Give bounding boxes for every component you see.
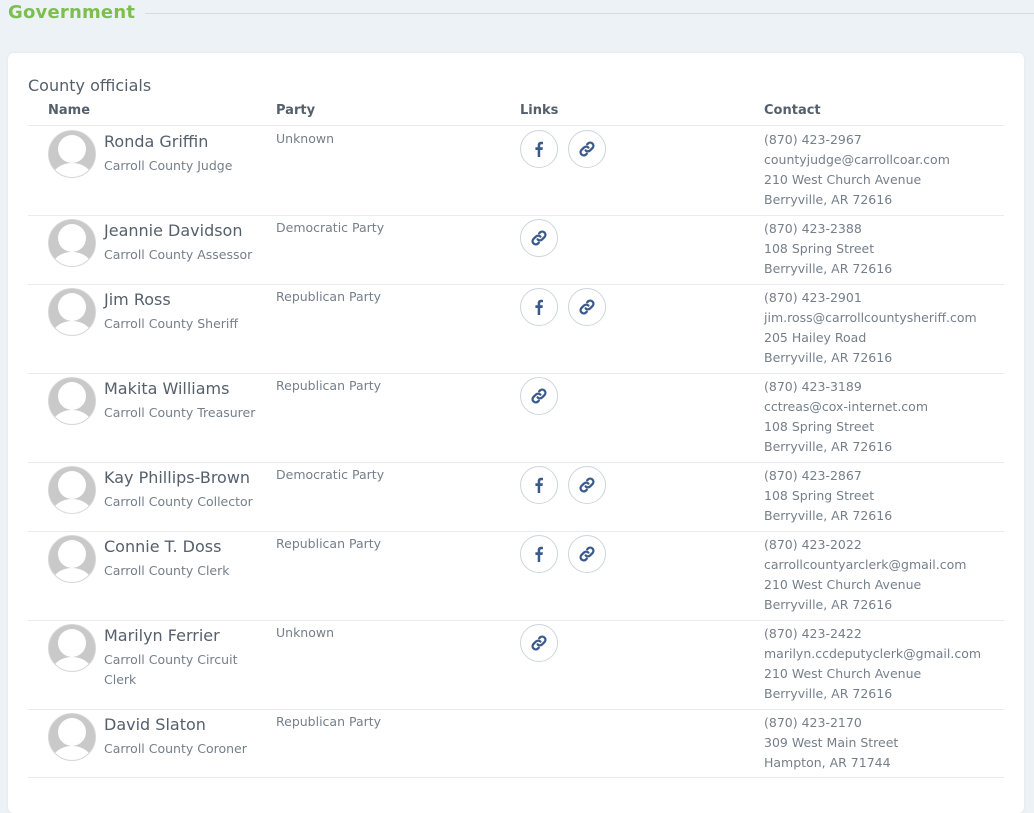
official-title: Carroll County Clerk [104, 563, 230, 578]
official-row: Ronda Griffin Carroll County Judge Unknown… [28, 126, 1004, 216]
official-title: Carroll County Coroner [104, 741, 247, 756]
contact-line: Hampton, AR 71744 [764, 755, 891, 770]
official-name[interactable]: Jim Ross [104, 290, 171, 309]
facebook-link-button[interactable] [520, 535, 558, 573]
contact-line: (870) 423-2170 [764, 715, 862, 730]
contact-line: (870) 423-2022 [764, 537, 862, 552]
contact-line: Berryville, AR 72616 [764, 261, 893, 276]
contact-line: 210 West Church Avenue [764, 172, 922, 187]
contact-line: (870) 423-2422 [764, 626, 862, 641]
column-header-contact: Contact [764, 103, 821, 118]
official-party: Unknown [276, 131, 335, 146]
official-party: Republican Party [276, 289, 382, 304]
avatar [48, 624, 96, 672]
official-party: Democratic Party [276, 467, 385, 482]
official-contact: (870) 423-2867 108 Spring Street Berryvill… [764, 466, 892, 526]
website-link-button[interactable] [568, 466, 606, 504]
column-header-party: Party [276, 103, 316, 118]
contact-line: Berryville, AR 72616 [764, 508, 893, 523]
official-row: Jeannie Davidson Carroll County Assessor D… [28, 215, 1004, 285]
facebook-link-button[interactable] [520, 466, 558, 504]
contact-line: 210 West Church Avenue [764, 666, 922, 681]
official-party: Republican Party [276, 536, 382, 551]
official-row: Kay Phillips-Brown Carroll County Collect… [28, 462, 1004, 532]
official-party: Unknown [276, 625, 335, 640]
section-header: Government [0, 0, 1034, 30]
official-name[interactable]: Marilyn Ferrier [104, 626, 220, 645]
official-title: Carroll County Circuit Clerk [104, 652, 238, 687]
contact-line: 205 Hailey Road [764, 330, 867, 345]
contact-line: Berryville, AR 72616 [764, 350, 893, 365]
website-link-button[interactable] [568, 288, 606, 326]
contact-line: (870) 423-2901 [764, 290, 862, 305]
official-row: Makita Williams Carroll County Treasurer R… [28, 373, 1004, 463]
official-title: Carroll County Sheriff [104, 316, 239, 331]
official-name[interactable]: Kay Phillips-Brown [104, 468, 250, 487]
official-title: Carroll County Judge [104, 158, 233, 173]
section-divider [145, 13, 1034, 14]
official-contact: (870) 423-2022 carrollcountyarclerk@gmail… [764, 535, 966, 615]
avatar [48, 219, 96, 267]
official-contact: (870) 423-2967 countyjudge@carrollcoar.co… [764, 130, 950, 210]
official-contact: (870) 423-2422 marilyn.ccdeputyclerk@gmai… [764, 624, 981, 704]
contact-line: Berryville, AR 72616 [764, 686, 893, 701]
column-header-links: Links [520, 103, 559, 118]
contact-line: (870) 423-2388 [764, 221, 862, 236]
contact-line: Berryville, AR 72616 [764, 192, 893, 207]
official-party: Republican Party [276, 378, 382, 393]
card-title: County officials [28, 76, 152, 95]
contact-email-link[interactable]: marilyn.ccdeputyclerk@gmail.com [764, 644, 981, 664]
official-row: David Slaton Carroll County Coroner Republ… [28, 709, 1004, 778]
contact-line: 309 West Main Street [764, 735, 899, 750]
contact-line: (870) 423-3189 [764, 379, 862, 394]
avatar [48, 377, 96, 425]
avatar [48, 288, 96, 336]
website-link-button[interactable] [568, 130, 606, 168]
official-name[interactable]: Connie T. Doss [104, 537, 221, 556]
section-title: Government [8, 2, 136, 23]
official-name[interactable]: Ronda Griffin [104, 132, 208, 151]
website-link-button[interactable] [568, 535, 606, 573]
contact-line: 108 Spring Street [764, 419, 875, 434]
official-contact: (870) 423-2388 108 Spring Street Berryvill… [764, 219, 892, 279]
contact-line: Berryville, AR 72616 [764, 439, 893, 454]
official-name[interactable]: Jeannie Davidson [104, 221, 242, 240]
avatar [48, 130, 96, 178]
contact-line: 210 West Church Avenue [764, 577, 922, 592]
official-row: Marilyn Ferrier Carroll County Circuit Cl… [28, 620, 1004, 710]
official-contact: (870) 423-3189 cctreas@cox-internet.com 10… [764, 377, 928, 457]
official-title: Carroll County Collector [104, 494, 253, 509]
website-link-button[interactable] [520, 624, 558, 662]
website-link-button[interactable] [520, 219, 558, 257]
contact-line: 108 Spring Street [764, 241, 875, 256]
column-header-name: Name [48, 103, 91, 118]
official-row: Jim Ross Carroll County Sheriff Republican… [28, 284, 1004, 374]
avatar [48, 713, 96, 761]
facebook-link-button[interactable] [520, 288, 558, 326]
facebook-link-button[interactable] [520, 130, 558, 168]
official-name[interactable]: Makita Williams [104, 379, 229, 398]
official-row: Connie T. Doss Carroll County Clerk Republ… [28, 531, 1004, 621]
contact-line: (870) 423-2867 [764, 468, 862, 483]
official-contact: (870) 423-2901 jim.ross@carrollcountysher… [764, 288, 977, 368]
contact-email-link[interactable]: jim.ross@carrollcountysheriff.com [764, 308, 977, 328]
website-link-button[interactable] [520, 377, 558, 415]
contact-email-link[interactable]: countyjudge@carrollcoar.com [764, 150, 950, 170]
official-name[interactable]: David Slaton [104, 715, 206, 734]
official-contact: (870) 423-2170 309 West Main Street Hampto… [764, 713, 898, 773]
contact-line: 108 Spring Street [764, 488, 875, 503]
contact-email-link[interactable]: cctreas@cox-internet.com [764, 397, 928, 417]
contact-line: Berryville, AR 72616 [764, 597, 893, 612]
official-party: Republican Party [276, 714, 382, 729]
contact-email-link[interactable]: carrollcountyarclerk@gmail.com [764, 555, 966, 575]
official-title: Carroll County Assessor [104, 247, 253, 262]
official-party: Democratic Party [276, 220, 385, 235]
contact-line: (870) 423-2967 [764, 132, 862, 147]
avatar [48, 535, 96, 583]
avatar [48, 466, 96, 514]
official-title: Carroll County Treasurer [104, 405, 256, 420]
county-officials-card: County officials Name Party Links Contac… [8, 53, 1024, 813]
